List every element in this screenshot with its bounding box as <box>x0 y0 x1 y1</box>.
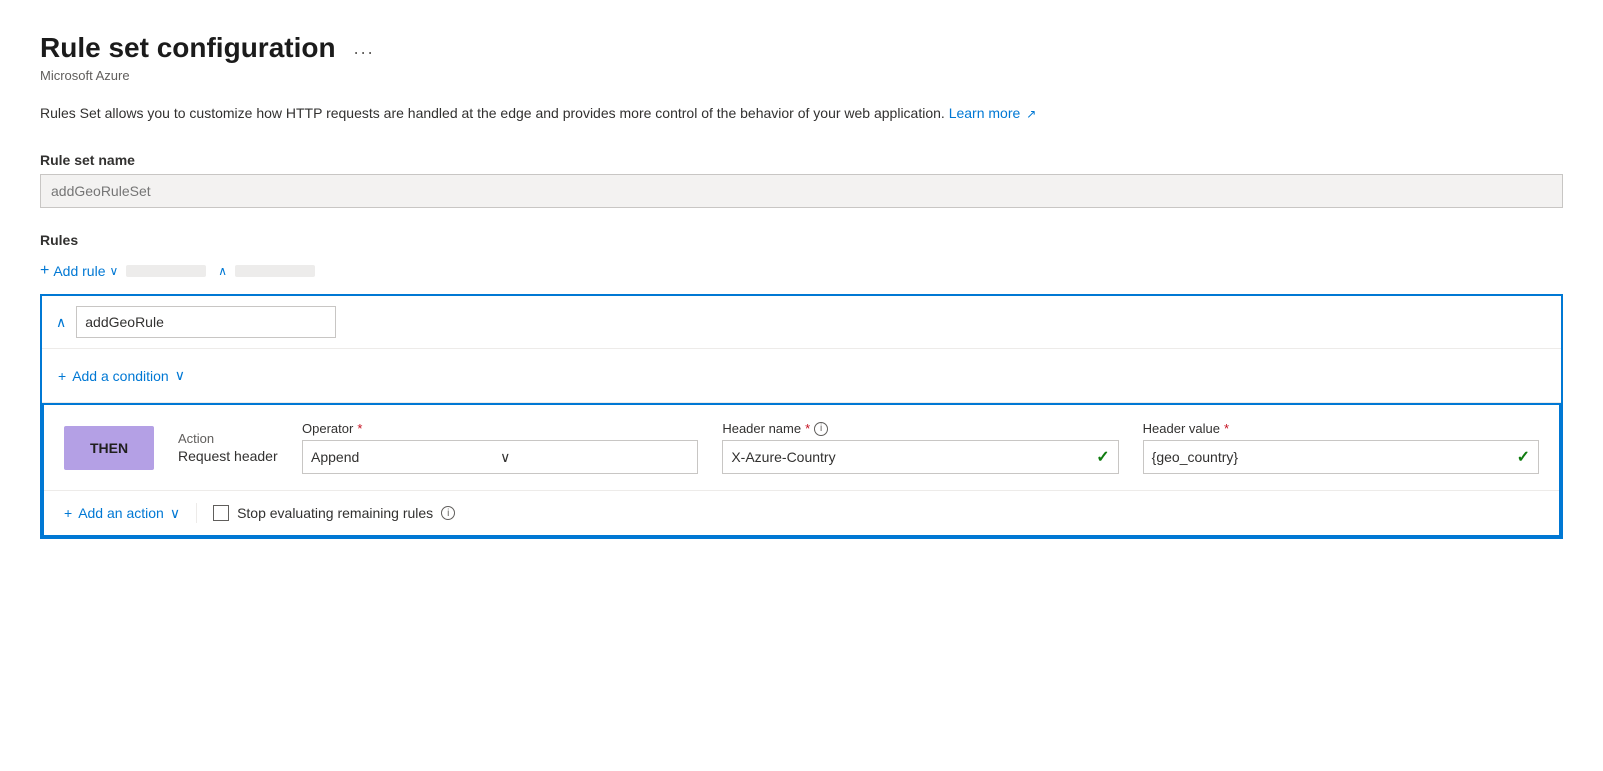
stop-evaluating-info-icon[interactable]: i <box>441 506 455 520</box>
header-name-label: Header name * i <box>722 421 1118 436</box>
header-name-required-star: * <box>805 421 810 436</box>
operator-value: Append <box>311 449 500 465</box>
chevron-up-button[interactable]: ∧ <box>218 260 227 282</box>
operator-chevron-icon: ∨ <box>500 449 689 466</box>
rules-label: Rules <box>40 232 1563 248</box>
action-row: THEN Action Request header Operator * Ap… <box>44 405 1559 491</box>
add-action-button[interactable]: + Add an action ∨ <box>64 505 180 522</box>
header-value-value: {geo_country} <box>1152 449 1517 465</box>
rule-card: ∧ + Add a condition ∨ THEN Action Reques… <box>40 294 1563 539</box>
rules-toolbar: + Add rule ∨ ∧ <box>40 258 1563 284</box>
page-subtitle: Microsoft Azure <box>40 68 1563 83</box>
add-rule-button[interactable]: + Add rule ∨ <box>40 258 118 284</box>
header-value-check-icon: ✓ <box>1517 447 1530 467</box>
operator-required-star: * <box>357 421 362 436</box>
then-badge: THEN <box>64 426 154 470</box>
rule-set-name-label: Rule set name <box>40 152 1563 168</box>
action-footer: + Add an action ∨ Stop evaluating remain… <box>44 491 1559 535</box>
rules-section: Rules + Add rule ∨ ∧ ∧ + Add a condition… <box>40 232 1563 539</box>
stop-evaluating-label[interactable]: Stop evaluating remaining rules i <box>213 505 455 521</box>
stop-evaluating-text: Stop evaluating remaining rules <box>237 505 433 521</box>
page-header: Rule set configuration ... <box>40 32 1563 64</box>
rule-collapse-button[interactable]: ∧ <box>56 310 66 335</box>
action-label: Action <box>178 431 278 446</box>
add-rule-plus-icon: + <box>40 262 49 280</box>
page-title: Rule set configuration <box>40 32 336 64</box>
chevron-up-icon: ∧ <box>218 264 227 278</box>
toolbar-button-2[interactable] <box>235 265 315 277</box>
toolbar-button-1[interactable] <box>126 265 206 277</box>
header-name-check-icon: ✓ <box>1096 447 1109 467</box>
add-rule-label: Add rule <box>53 263 105 279</box>
action-value: Request header <box>178 448 278 464</box>
action-type-group: Action Request header <box>178 431 278 464</box>
description-text: Rules Set allows you to customize how HT… <box>40 105 945 121</box>
stop-evaluating-checkbox[interactable] <box>213 505 229 521</box>
rule-set-name-field: Rule set name <box>40 152 1563 208</box>
header-value-label: Header value * <box>1143 421 1539 436</box>
rule-set-name-input[interactable] <box>40 174 1563 208</box>
header-name-field-group: Header name * i X-Azure-Country ✓ <box>722 421 1118 474</box>
external-link-icon: ↗ <box>1026 107 1036 121</box>
description-row: Rules Set allows you to customize how HT… <box>40 103 1563 124</box>
header-value-required-star: * <box>1224 421 1229 436</box>
learn-more-link[interactable]: Learn more ↗ <box>949 105 1037 121</box>
footer-separator <box>196 503 197 523</box>
action-section: THEN Action Request header Operator * Ap… <box>42 403 1561 537</box>
rule-name-input[interactable] <box>76 306 336 338</box>
add-condition-plus-icon: + <box>58 368 66 384</box>
add-condition-label: Add a condition <box>72 368 169 384</box>
header-name-info-icon[interactable]: i <box>814 422 828 436</box>
header-name-input[interactable]: X-Azure-Country ✓ <box>722 440 1118 474</box>
rule-header: ∧ <box>42 296 1561 349</box>
add-condition-chevron-icon: ∨ <box>175 367 185 384</box>
operator-label: Operator * <box>302 421 698 436</box>
operator-field-group: Operator * Append ∨ <box>302 421 698 474</box>
add-action-chevron-icon: ∨ <box>170 505 180 522</box>
add-condition-button[interactable]: + Add a condition ∨ <box>58 363 185 388</box>
operator-select[interactable]: Append ∨ <box>302 440 698 474</box>
add-action-label: Add an action <box>78 505 164 521</box>
add-rule-chevron-icon: ∨ <box>110 264 119 278</box>
header-value-input[interactable]: {geo_country} ✓ <box>1143 440 1539 474</box>
add-action-plus-icon: + <box>64 505 72 521</box>
condition-section: + Add a condition ∨ <box>42 349 1561 403</box>
rule-chevron-up-icon: ∧ <box>56 314 66 331</box>
header-name-value: X-Azure-Country <box>731 449 1096 465</box>
header-value-field-group: Header value * {geo_country} ✓ <box>1143 421 1539 474</box>
ellipsis-button[interactable]: ... <box>348 36 381 61</box>
